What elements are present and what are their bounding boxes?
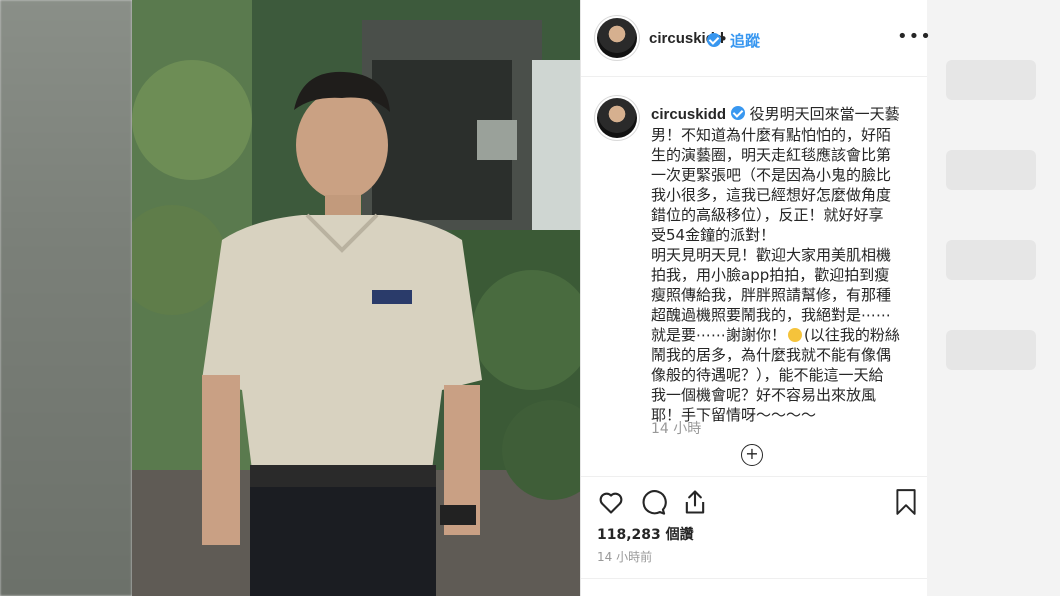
likes-count[interactable]: 118,283 個讚: [597, 524, 694, 544]
bookmark-icon[interactable]: [893, 488, 919, 516]
caption-line: 一次更緊張吧（不是因為小鬼的臉比: [651, 166, 892, 184]
caption-line: 就是要⋯⋯謝謝你！ (以往我的粉絲: [651, 325, 917, 345]
caption-avatar[interactable]: [597, 98, 637, 138]
ghost-text-block: [946, 150, 1036, 190]
caption: circuskidd 役男明天回來當一天藝 男！不知道為什麼有點怕怕的，好陌 生…: [651, 104, 917, 425]
caption-line: 鬧我的居多，為什麼我就不能有像偶: [651, 346, 892, 364]
divider: [581, 578, 927, 579]
caption-line: 受54金鐘的派對！: [651, 226, 776, 244]
caption-username[interactable]: circuskidd: [651, 106, 726, 123]
caption-line: 超醜過機照要鬧我的，我絕對是⋯⋯: [651, 306, 892, 324]
caption-line: 我一個機會呢？好不容易出來放風: [651, 386, 877, 404]
divider: [581, 476, 927, 477]
comment-icon[interactable]: [639, 488, 667, 516]
caption-line: 錯位的高級移位），反正！就好好享: [651, 206, 884, 224]
caption-line: 明天見明天見！歡迎大家用美肌相機: [651, 246, 892, 264]
background-blur-left: [0, 0, 132, 596]
post-header: circuskidd • 追蹤 •••: [581, 0, 931, 77]
verified-badge-icon: [730, 106, 745, 120]
caption-line: 男！不知道為什麼有點怕怕的，好陌: [651, 126, 892, 144]
caption-line: 生的演藝圈，明天走紅毯應該會比第: [651, 146, 892, 164]
heart-icon[interactable]: [597, 488, 625, 516]
grin-emoji-icon: [788, 328, 803, 342]
caption-line: 瘦照傳給我，胖胖照請幫修，有那種: [651, 286, 892, 304]
caption-line: 像般的待遇呢？），能不能這一天給: [651, 366, 884, 384]
caption-text: 役男明天回來當一天藝: [749, 105, 900, 123]
load-more-comments-icon[interactable]: +: [741, 444, 763, 466]
ghost-text-block: [946, 60, 1036, 100]
post-timestamp[interactable]: 14 小時前: [597, 548, 652, 565]
ghost-text-block: [946, 330, 1036, 370]
caption-line-1: circuskidd 役男明天回來當一天藝: [651, 104, 917, 125]
background-blur-right: [926, 0, 1060, 596]
share-icon[interactable]: [681, 488, 709, 516]
caption-text: (以往我的粉絲: [804, 326, 900, 344]
ghost-text-block: [946, 240, 1036, 280]
post-photo[interactable]: [132, 0, 580, 596]
follow-separator: •: [719, 30, 728, 48]
more-options-icon[interactable]: •••: [897, 26, 932, 47]
caption-line: 我小很多，這我已經想好怎麼做角度: [651, 186, 892, 204]
post-photo-image: [132, 0, 580, 596]
caption-timestamp[interactable]: 14 小時: [651, 418, 701, 438]
follow-button[interactable]: 追蹤: [730, 30, 760, 51]
avatar[interactable]: [597, 18, 637, 58]
post-panel: circuskidd • 追蹤 ••• circuskidd 役男明天回來當一天…: [580, 0, 931, 596]
caption-line: 拍我，用小臉app拍拍，歡迎拍到瘦: [651, 266, 890, 284]
caption-text: 就是要⋯⋯謝謝你！: [651, 326, 787, 344]
